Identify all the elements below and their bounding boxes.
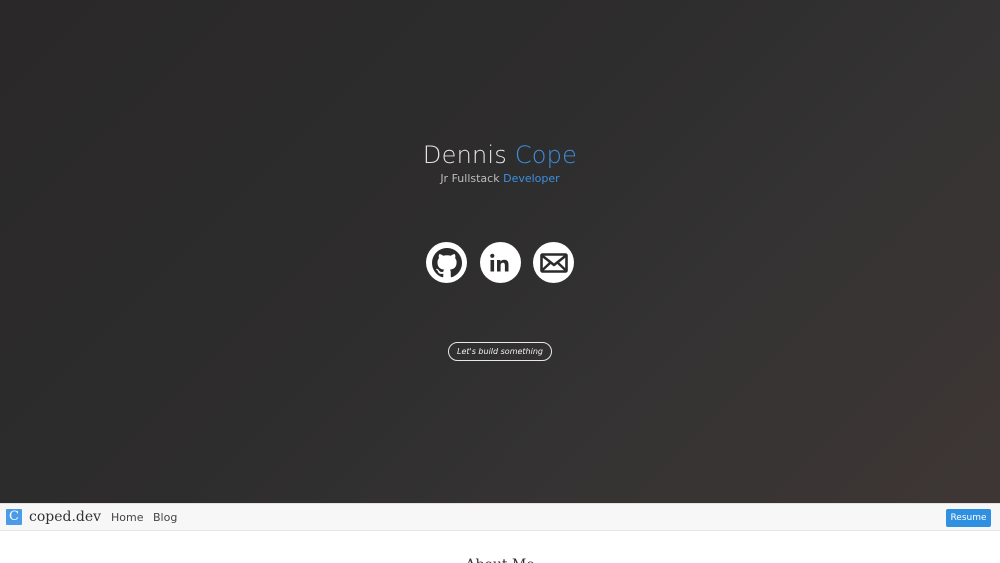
social-links bbox=[426, 242, 574, 284]
github-icon bbox=[431, 247, 462, 277]
linkedin-icon bbox=[490, 253, 509, 271]
brand-name: coped.dev bbox=[29, 509, 102, 525]
hero-role-prefix: Jr Fullstack bbox=[440, 172, 500, 185]
mail-icon bbox=[539, 252, 568, 273]
content-section: About Me bbox=[0, 531, 1000, 563]
brand-link[interactable]: C coped.dev bbox=[6, 509, 101, 525]
nav-home-link[interactable]: Home bbox=[111, 511, 143, 524]
section-heading: About Me bbox=[0, 558, 1000, 563]
hero-last-name: Cope bbox=[514, 141, 578, 169]
linkedin-link[interactable] bbox=[479, 242, 521, 283]
nav-blog-link[interactable]: Blog bbox=[153, 511, 177, 524]
cta-button[interactable]: Let's build something bbox=[448, 342, 552, 361]
github-link[interactable] bbox=[426, 242, 467, 283]
email-link[interactable] bbox=[533, 242, 574, 283]
resume-button[interactable]: Resume bbox=[946, 509, 991, 527]
navbar: C coped.dev Home Blog Resume bbox=[0, 503, 1000, 531]
hero-first-name: Dennis bbox=[422, 141, 507, 169]
hero-section: Dennis Cope Jr Fullstack Developer Let's… bbox=[0, 0, 1000, 503]
hero-name: Dennis Cope bbox=[0, 141, 1000, 169]
brand-logo-icon: C bbox=[6, 509, 22, 525]
hero-role: Jr Fullstack Developer bbox=[0, 172, 1000, 185]
hero-role-accent: Developer bbox=[503, 172, 560, 185]
